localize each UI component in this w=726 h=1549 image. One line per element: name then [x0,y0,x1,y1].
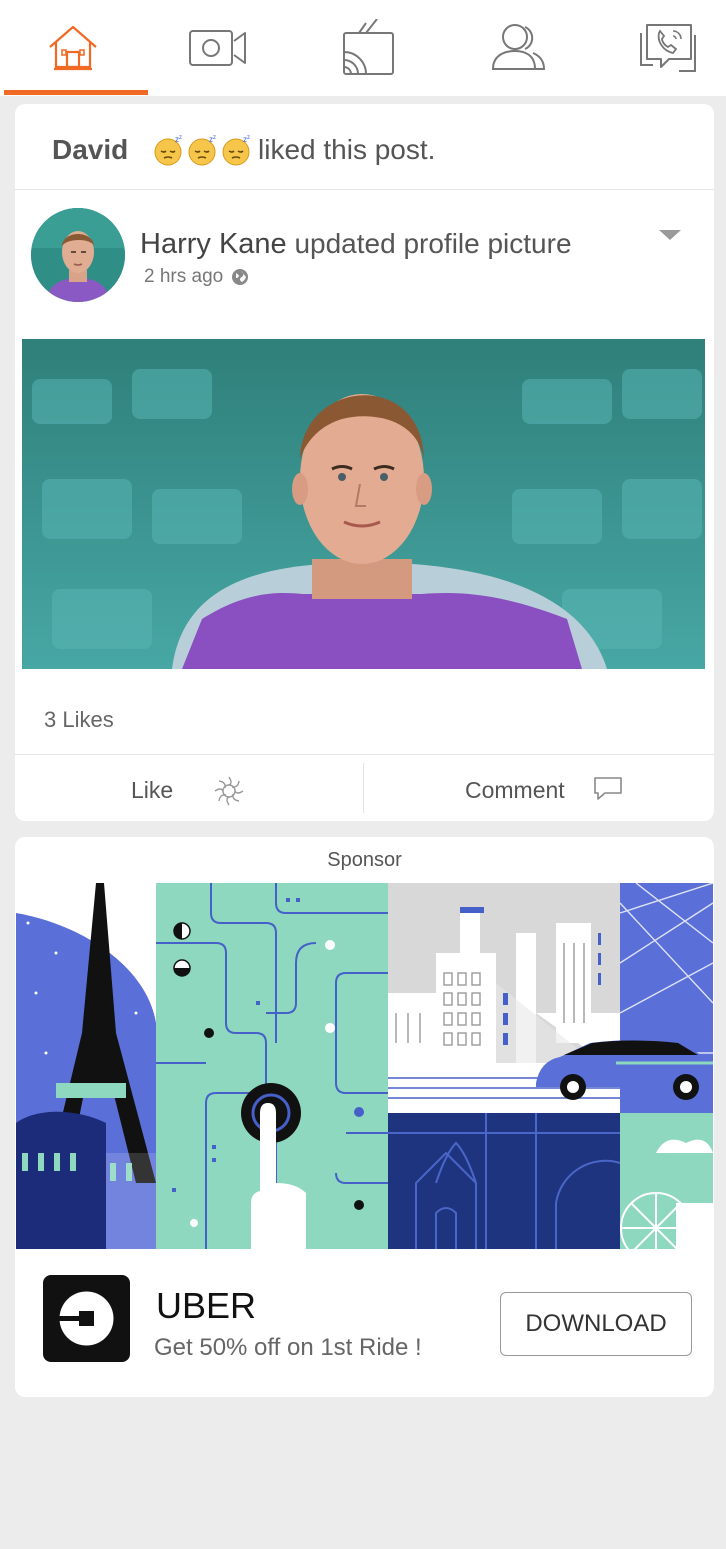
ad-brand-name: UBER [156,1285,257,1326]
liked-by-name[interactable]: David [52,134,128,166]
comment-button[interactable]: Comment [364,755,714,822]
post-actions: Like Comment [15,754,714,821]
post-options-caret-icon[interactable] [659,230,681,240]
post-header-line: Harry Kane updated profile picture [140,228,572,261]
comment-bubble-icon [594,777,622,800]
home-icon [48,25,97,71]
top-navigation-bar [0,0,726,96]
ad-banner-image[interactable] [16,883,713,1249]
globe-icon [232,269,249,285]
like-label: Like [131,777,174,803]
svg-text:z: z [179,135,182,141]
liked-by-text: liked this post. [258,134,436,165]
tab-calls[interactable] [595,0,726,96]
sponsor-label: Sponsor [327,849,402,871]
like-reaction-icon [214,776,244,806]
author-name[interactable]: Harry Kane [140,228,287,260]
tab-watch[interactable] [295,0,440,96]
sleepy-emoji-icon: z z [222,135,250,166]
post-photo[interactable] [22,339,705,669]
likes-count[interactable]: 3 Likes [44,707,114,733]
sleepy-emoji-icon: z z [154,135,182,166]
post-timestamp: 2 hrs ago [144,266,249,288]
svg-text:z: z [213,135,216,141]
tab-friends[interactable] [445,0,590,96]
reaction-emojis: z z z z z z [153,134,253,166]
cast-tv-icon [342,19,394,75]
tab-home[interactable] [0,0,145,96]
sponsored-ad-card: Sponsor UBER Get 50% off on 1st Ride ! D… [15,837,714,1397]
phone-chat-icon [639,24,696,72]
post-card: David z z z z z z liked this post. Harry… [15,104,714,821]
download-button[interactable]: DOWNLOAD [500,1292,692,1356]
author-avatar[interactable] [31,208,125,302]
users-icon [491,24,545,70]
post-time-text: 2 hrs ago [144,266,224,287]
ad-tagline: Get 50% off on 1st Ride ! [154,1334,422,1361]
active-tab-indicator [4,90,148,95]
like-button[interactable]: Like [15,755,363,822]
video-camera-icon [188,30,246,66]
uber-logo-icon[interactable] [43,1275,130,1362]
post-action-text: updated profile picture [294,228,572,259]
comment-label: Comment [465,777,565,803]
svg-text:z: z [247,135,250,141]
tab-video[interactable] [145,0,290,96]
liked-by-row: David z z z z z z liked this post. [15,104,714,190]
sleepy-emoji-icon: z z [188,135,216,166]
